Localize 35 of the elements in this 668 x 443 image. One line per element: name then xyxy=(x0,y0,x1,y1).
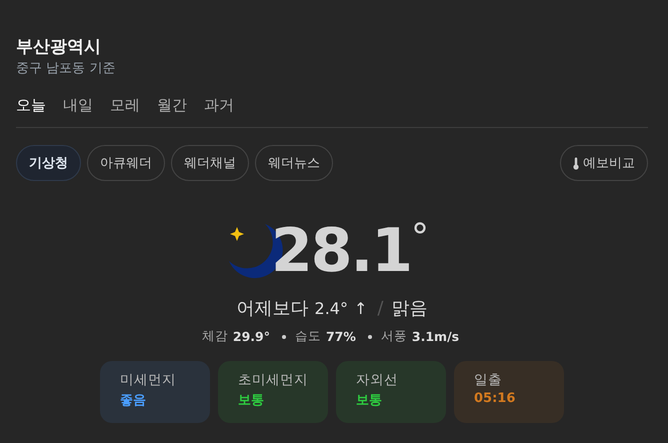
thermometer-icon xyxy=(573,156,579,170)
day-tab[interactable]: 오늘 xyxy=(16,94,46,116)
card-value: 보통 xyxy=(356,392,383,409)
source-chip[interactable]: 웨더뉴스 xyxy=(255,145,333,181)
day-tab[interactable]: 월간 xyxy=(157,94,187,116)
card-label: 초미세먼지 xyxy=(238,371,309,389)
dot-separator xyxy=(368,334,372,338)
day-tab[interactable]: 내일 xyxy=(63,94,93,116)
card-value: 좋음 xyxy=(120,392,147,409)
compare-button[interactable]: 예보비교 xyxy=(560,145,648,181)
day-tab[interactable]: 과거 xyxy=(204,94,234,116)
source-chip[interactable]: 기상청 xyxy=(16,145,81,181)
card-value: 05:16 xyxy=(474,391,516,406)
card-label: 자외선 xyxy=(356,371,399,389)
source-chip[interactable]: 웨더채널 xyxy=(171,145,249,181)
compare-value: 2.4° xyxy=(314,299,348,318)
card-label: 미세먼지 xyxy=(120,371,177,389)
city-title: 부산광역시 xyxy=(16,36,102,58)
dot-separator xyxy=(282,334,286,338)
detail-value: 77% xyxy=(326,329,356,344)
card-label: 일출 xyxy=(474,371,503,389)
weather-condition: 맑음 xyxy=(391,297,428,320)
temperature: 28.1$^{°}$ xyxy=(270,215,428,286)
separator: / xyxy=(377,298,384,319)
up-arrow: ↑ xyxy=(354,299,368,318)
compare-label: 어제보다 xyxy=(236,297,309,320)
detail-value: 3.1m/s xyxy=(412,329,460,344)
source-chip[interactable]: 아큐웨더 xyxy=(87,145,165,181)
day-tab[interactable]: 모레 xyxy=(110,94,140,116)
detail-label: 습도 xyxy=(294,328,321,345)
location-subtitle: 중구 남포동 기준 xyxy=(16,60,116,78)
detail-value: 29.9° xyxy=(232,329,270,344)
detail-label: 서풍 xyxy=(380,328,407,345)
detail-label: 체감 xyxy=(202,328,228,345)
card-value: 보통 xyxy=(238,392,265,409)
